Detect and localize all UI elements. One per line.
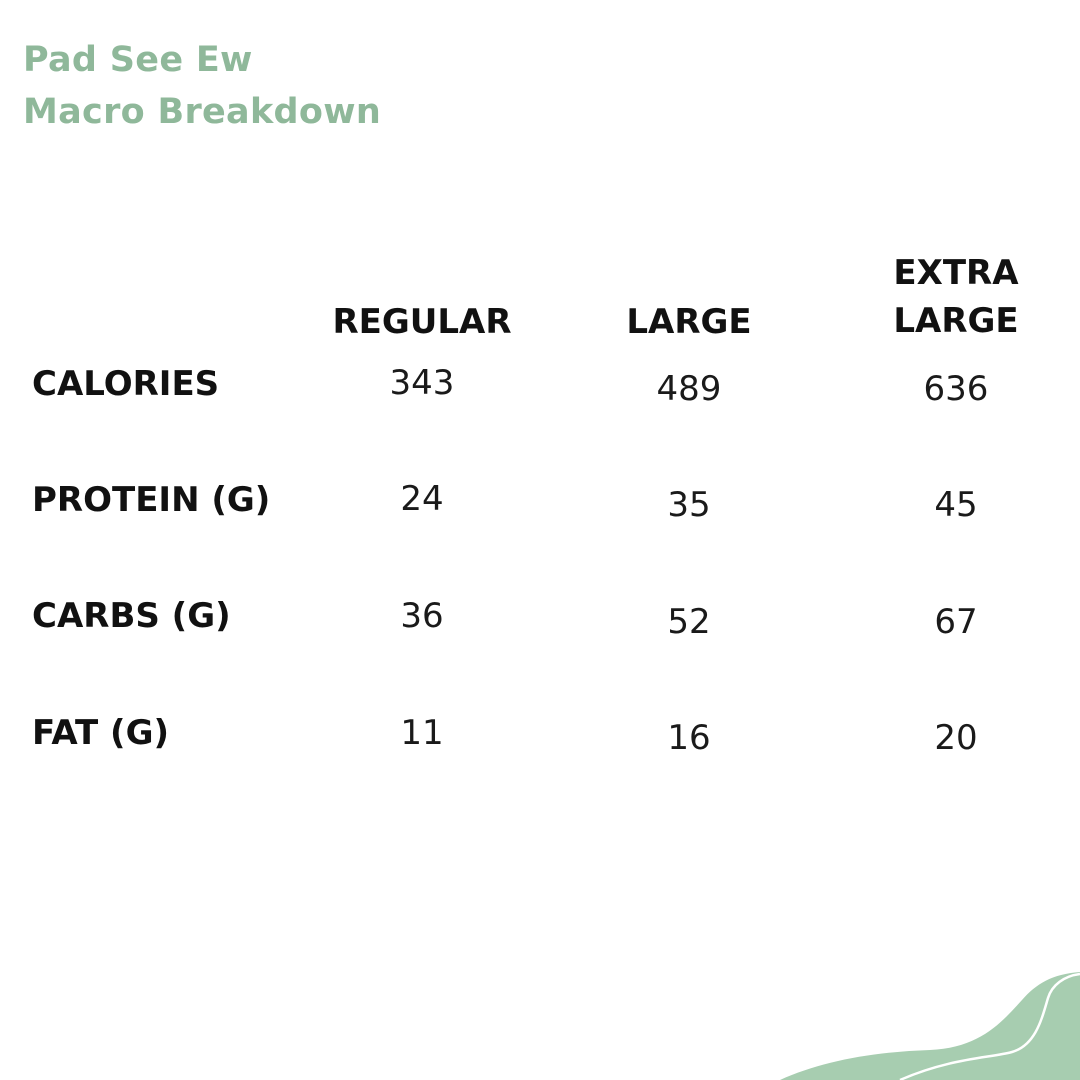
row-label-protein: PROTEIN (G)	[32, 480, 271, 520]
cell-carbs-regular: 36	[400, 596, 444, 636]
row-label-fat: FAT (G)	[32, 713, 170, 753]
cell-protein-regular: 24	[400, 479, 444, 519]
cell-protein-large: 35	[667, 485, 711, 525]
cell-protein-extra-large: 45	[934, 485, 978, 525]
decorative-wave	[780, 972, 1080, 1080]
cell-carbs-extra-large: 67	[934, 602, 978, 642]
page-title: Pad See Ew Macro Breakdown	[23, 34, 381, 138]
row-label-carbs: CARBS (G)	[32, 596, 231, 636]
cell-calories-extra-large: 636	[923, 369, 989, 409]
column-header-extra-large: EXTRA LARGE	[826, 249, 1080, 345]
wave-shape	[780, 972, 1080, 1080]
cell-calories-regular: 343	[389, 363, 455, 403]
cell-fat-large: 16	[667, 718, 711, 758]
cell-fat-regular: 11	[400, 713, 444, 753]
cell-carbs-large: 52	[667, 602, 711, 642]
column-header-regular: REGULAR	[332, 302, 512, 342]
title-line-subtitle: Macro Breakdown	[23, 92, 382, 132]
column-header-large: LARGE	[626, 302, 752, 342]
column-header-extra-large-line2: LARGE	[893, 301, 1019, 341]
cell-fat-extra-large: 20	[934, 718, 978, 758]
title-line-dish: Pad See Ew	[23, 40, 253, 80]
column-header-extra-large-line1: EXTRA	[893, 253, 1019, 293]
row-label-calories: CALORIES	[32, 364, 220, 404]
cell-calories-large: 489	[656, 369, 722, 409]
